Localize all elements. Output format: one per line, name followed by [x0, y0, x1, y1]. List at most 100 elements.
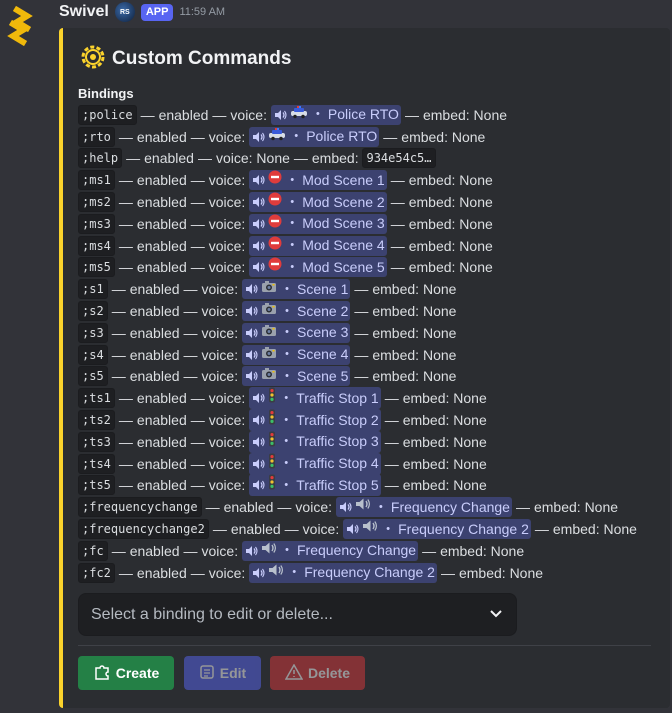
voice-label: voice:	[208, 259, 246, 276]
embed-label: embed:	[402, 455, 450, 472]
command-code: ;ts5	[78, 475, 115, 496]
separator: —	[205, 499, 220, 516]
embed-value: None	[473, 106, 508, 123]
voice-channel-mention[interactable]: ・ Traffic Stop 5	[249, 474, 381, 497]
voice-label: voice:	[208, 194, 246, 211]
binding-row: ;s2— enabled — voice: ・ Scene 2— embed: None	[78, 300, 668, 322]
separator: —	[354, 346, 369, 363]
channel-dot: ・	[373, 498, 388, 515]
binding-row: ;ts3— enabled — voice: ・ Traffic Stop 3— embe…	[78, 430, 668, 453]
status-text: enabled	[144, 150, 194, 167]
voice-channel-mention[interactable]: ・ Traffic Stop 1	[249, 387, 381, 410]
command-code: ;ms3	[78, 213, 115, 234]
voice-channel-mention[interactable]: ・ Scene 3	[241, 322, 351, 343]
edit-button[interactable]: Edit	[184, 656, 261, 690]
channel-dot: ・	[279, 542, 294, 559]
voice-label: voice:	[201, 324, 239, 341]
embed-value: None	[459, 194, 493, 211]
status-text: enabled	[129, 281, 180, 298]
embed-value: None	[422, 303, 457, 320]
no-entry-icon	[268, 236, 282, 256]
separator: —	[384, 390, 399, 407]
voice-channel-mention[interactable]: ・ Police RTO	[270, 104, 401, 125]
channel-dot: ・	[310, 106, 325, 123]
delete-button[interactable]: Delete	[270, 656, 365, 690]
separator: —	[190, 194, 205, 211]
voice-channel-mention[interactable]: ・ Mod Scene 4	[249, 235, 387, 256]
speaker-icon	[345, 522, 359, 536]
command-code: ;fc	[78, 540, 108, 561]
voice-channel-mention[interactable]: ・ Mod Scene 1	[249, 170, 387, 191]
voice-label: voice:	[208, 564, 246, 581]
warning-icon	[284, 662, 304, 683]
voice-channel-mention[interactable]: ・ Scene 5	[241, 366, 351, 387]
voice-channel-mention[interactable]: ・ Frequency Change	[335, 497, 512, 518]
voice-channel-mention[interactable]: ・ Police RTO	[249, 126, 380, 147]
command-code: ;s3	[78, 322, 108, 343]
binding-row: ;ts1— enabled — voice: ・ Traffic Stop 1— embe…	[78, 387, 668, 410]
timestamp[interactable]: 11:59 AM	[179, 6, 225, 18]
voice-label: voice:	[208, 455, 246, 472]
bot-avatar[interactable]	[0, 6, 40, 46]
voice-label: voice:	[201, 346, 239, 363]
separator: —	[354, 324, 369, 341]
command-code: ;s4	[78, 344, 108, 365]
voice-channel-mention[interactable]: ・ Scene 4	[241, 344, 351, 365]
voice-channel-mention[interactable]: ・ Traffic Stop 3	[249, 430, 381, 453]
embed-value: None	[459, 237, 493, 254]
channel-dot: ・	[285, 193, 300, 210]
status-text: enabled	[136, 215, 187, 232]
separator: —	[190, 172, 205, 189]
command-code: ;ms4	[78, 235, 115, 256]
voice-channel-mention[interactable]: ・ Scene 2	[241, 301, 351, 322]
embed-label: embed:	[408, 237, 456, 254]
voice-channel-mention[interactable]: ・ Mod Scene 3	[249, 213, 387, 234]
document-icon	[199, 664, 215, 683]
embed-value: None	[451, 128, 486, 145]
voice-channel-mention[interactable]: ・ Frequency Change 2	[249, 562, 437, 583]
voice-channel-mention[interactable]: ・ Mod Scene 5	[249, 257, 387, 278]
binding-row: ;rto — enabled — voice: ・ Police RTO — embed: N…	[78, 126, 668, 148]
channel-name: Frequency Change 2	[304, 564, 435, 581]
binding-select[interactable]: Select a binding to edit or delete...	[78, 593, 517, 636]
embed-value: None	[453, 455, 487, 472]
voice-channel-mention[interactable]: ・ Traffic Stop 2	[249, 409, 381, 432]
voice-channel-mention[interactable]: ・ Frequency Change	[241, 540, 419, 561]
speaker-icon	[251, 457, 265, 471]
separator: —	[183, 303, 198, 320]
field-name: Bindings	[78, 86, 134, 101]
create-button[interactable]: Create	[78, 656, 174, 690]
police-car-icon	[268, 127, 286, 147]
voice-channel-mention[interactable]: ・ Mod Scene 2	[249, 192, 387, 213]
police-car-icon	[290, 105, 308, 125]
no-entry-icon	[268, 192, 282, 212]
select-placeholder: Select a binding to edit or delete...	[91, 605, 333, 623]
voice-channel-mention[interactable]: ・ Frequency Change 2	[343, 519, 531, 540]
channel-name: Police RTO	[306, 128, 378, 145]
embed-label: embed:	[422, 106, 470, 123]
embed-value: None	[422, 281, 457, 298]
speaker-icon	[251, 130, 265, 144]
username[interactable]: Swivel	[59, 3, 109, 21]
status-text: enabled	[136, 194, 187, 211]
channel-name: Frequency Change	[390, 498, 510, 515]
voice-channel-mention[interactable]: ・ Scene 1	[241, 279, 351, 300]
embed-label: embed:	[533, 499, 581, 516]
separator: —	[183, 281, 198, 298]
camera-icon	[261, 279, 277, 299]
status-text: enabled	[223, 499, 274, 516]
channel-dot: ・	[279, 280, 294, 297]
channel-dot: ・	[279, 302, 294, 319]
embed-value: None	[453, 412, 487, 429]
embed-label: embed:	[458, 564, 506, 581]
channel-dot: ・	[285, 171, 300, 188]
speaker-icon	[244, 369, 258, 383]
separator: —	[422, 542, 437, 559]
separator: —	[190, 237, 205, 254]
embed-label: embed:	[372, 303, 420, 320]
separator: —	[183, 324, 198, 341]
speaker-icon	[251, 239, 265, 253]
voice-label: voice:	[208, 390, 246, 407]
voice-channel-mention[interactable]: ・ Traffic Stop 4	[249, 452, 381, 475]
command-code: ;ms1	[78, 170, 115, 191]
